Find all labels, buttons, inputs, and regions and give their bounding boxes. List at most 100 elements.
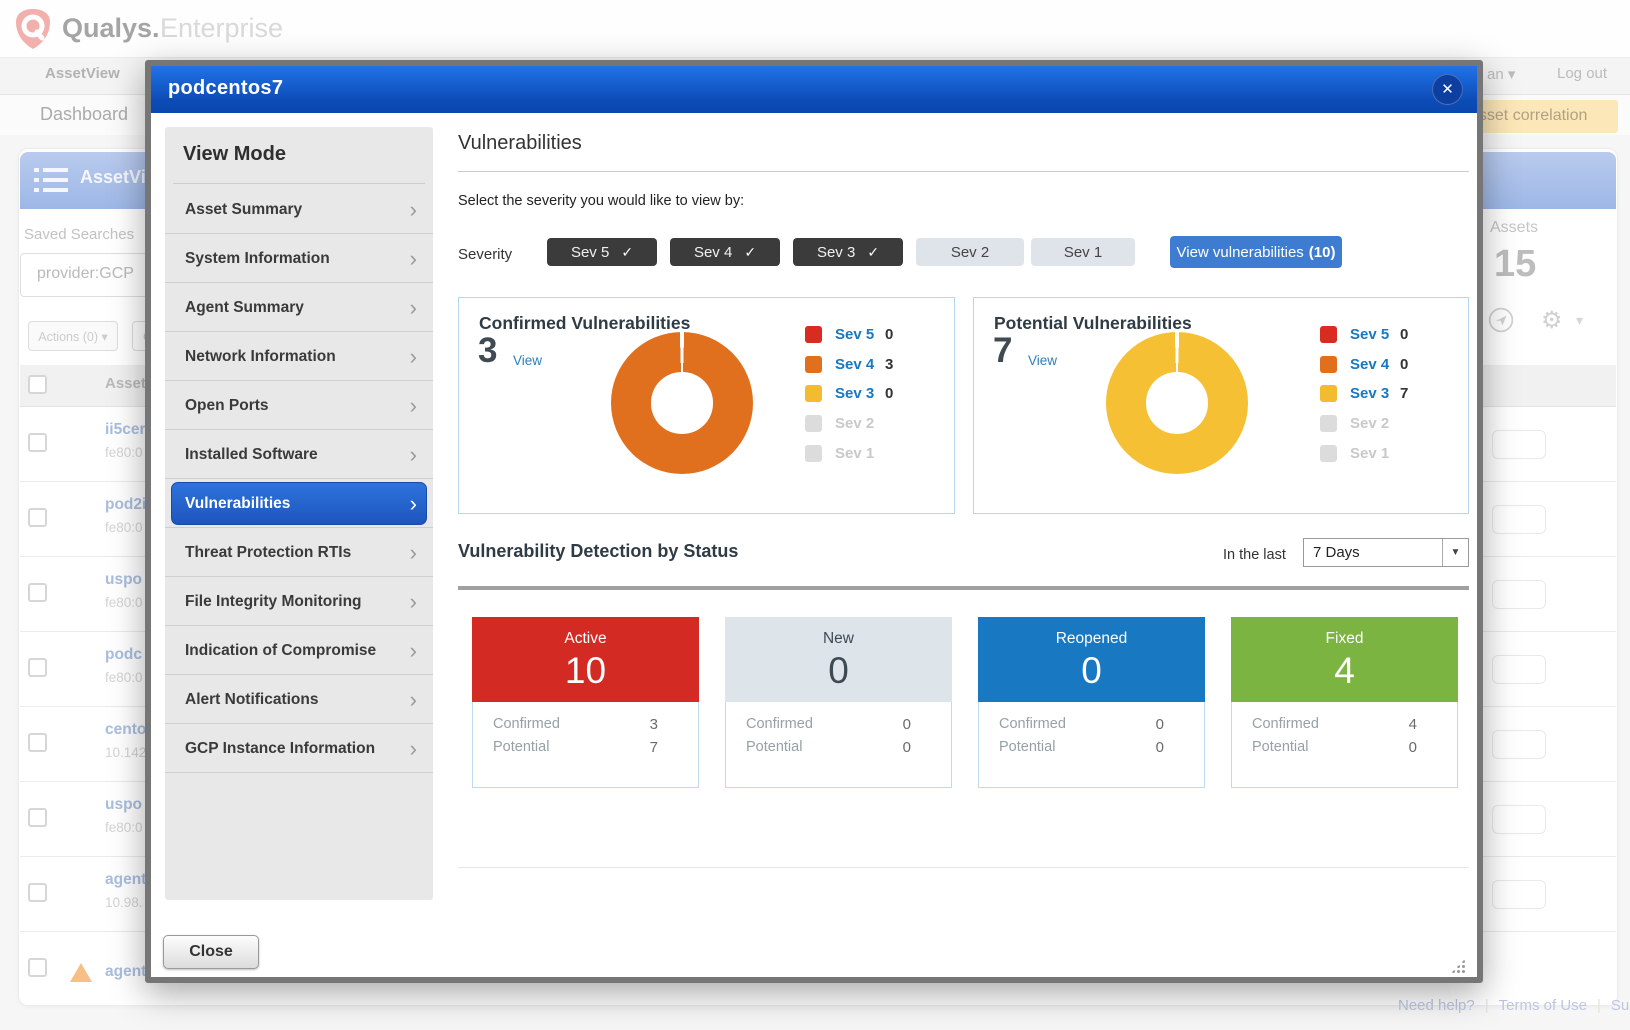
view-link[interactable]: View <box>1028 353 1057 368</box>
chevron-right-icon: › <box>410 528 417 577</box>
navigate-icon[interactable] <box>1488 307 1514 333</box>
legend-row: Sev 5 0 <box>805 320 893 350</box>
sidebar-item-agent-summary[interactable]: Agent Summary › <box>165 283 433 332</box>
select-all-checkbox[interactable] <box>28 375 47 394</box>
legend-row: Sev 1 <box>1320 438 1408 468</box>
legend-row: Sev 3 7 <box>1320 379 1408 409</box>
sidebar-item-alert-notifications[interactable]: Alert Notifications › <box>165 675 433 724</box>
sev5-link[interactable]: Sev 5 <box>835 326 885 343</box>
resize-handle[interactable] <box>1451 959 1465 973</box>
sev1-swatch <box>805 445 822 462</box>
sev4-link[interactable]: Sev 4 <box>835 356 885 373</box>
legend-row: Sev 2 <box>1320 409 1408 439</box>
sidebar-item-vulnerabilities[interactable]: Vulnerabilities › <box>165 479 433 528</box>
sev1-label: Sev 1 <box>835 445 885 462</box>
sev1-label: Sev 1 <box>1350 445 1400 462</box>
chevron-right-icon: › <box>410 430 417 479</box>
check-icon: ✓ <box>744 244 756 261</box>
sev2-label: Sev 2 <box>835 415 885 432</box>
support-link[interactable]: Support <box>1611 997 1630 1014</box>
asset-name-link[interactable]: pod2i <box>105 496 146 514</box>
card-header: Fixed 4 <box>1231 617 1458 702</box>
sidebar-item-file-integrity-monitoring[interactable]: File Integrity Monitoring › <box>165 577 433 626</box>
severity-instruction: Select the severity you would like to vi… <box>458 193 744 209</box>
sev3-link[interactable]: Sev 3 <box>835 385 885 402</box>
sidebar-item-network-information[interactable]: Network Information › <box>165 332 433 381</box>
close-icon[interactable]: ✕ <box>1432 74 1463 105</box>
row-checkbox[interactable] <box>28 733 47 752</box>
row-checkbox[interactable] <box>28 658 47 677</box>
confirmed-vulnerabilities-panel: Confirmed Vulnerabilities 3 View Sev 5 0… <box>458 297 955 514</box>
status-card-reopened: Reopened 0 Confirmed0 Potential0 <box>978 617 1205 788</box>
sidebar-item-indication-of-compromise[interactable]: Indication of Compromise › <box>165 626 433 675</box>
logout-link[interactable]: Log out <box>1557 65 1607 82</box>
help-link[interactable]: Need help? <box>1398 997 1475 1014</box>
sev-4-toggle[interactable]: Sev 4 ✓ <box>670 238 780 266</box>
section-divider <box>458 586 1469 590</box>
period-select[interactable]: 7 Days ▼ <box>1303 538 1469 567</box>
chevron-down-icon[interactable]: ▾ <box>1576 312 1583 329</box>
asset-name-link[interactable]: cento <box>105 721 146 739</box>
row-checkbox[interactable] <box>28 883 47 902</box>
row-badge <box>1492 805 1546 834</box>
close-button[interactable]: Close <box>163 935 259 969</box>
panel-title: Potential Vulnerabilities <box>994 313 1192 334</box>
sev5-swatch <box>1320 326 1337 343</box>
tab-assetview[interactable]: AssetView <box>45 65 120 82</box>
sev4-link[interactable]: Sev 4 <box>1350 356 1400 373</box>
asset-column-header[interactable]: Asset <box>105 375 146 392</box>
card-header: Reopened 0 <box>978 617 1205 702</box>
asset-name-link[interactable]: podc <box>105 646 142 664</box>
sidebar-item-threat-protection-rtis[interactable]: Threat Protection RTIs › <box>165 528 433 577</box>
user-name: an <box>1487 66 1504 83</box>
sev1-swatch <box>1320 445 1337 462</box>
row-checkbox[interactable] <box>28 508 47 527</box>
view-vulnerabilities-button[interactable]: View vulnerabilities (10) <box>1170 236 1342 268</box>
sev-3-toggle[interactable]: Sev 3 ✓ <box>793 238 903 266</box>
user-menu[interactable]: an ▾ <box>1487 65 1515 83</box>
sev-1-toggle[interactable]: Sev 1 <box>1031 238 1135 266</box>
saved-searches-label[interactable]: Saved Searches <box>24 226 134 243</box>
view-link[interactable]: View <box>513 353 542 368</box>
actions-dropdown[interactable]: Actions (0) ▾ <box>28 321 118 351</box>
terms-link[interactable]: Terms of Use <box>1499 997 1587 1014</box>
sidebar-item-system-information[interactable]: System Information › <box>165 234 433 283</box>
sidebar-item-gcp-instance-information[interactable]: GCP Instance Information › <box>165 724 433 773</box>
sev2-swatch <box>1320 415 1337 432</box>
screen: Qualys. Enterprise AssetView an ▾ Log ou… <box>0 0 1630 1030</box>
check-icon: ✓ <box>621 244 633 261</box>
chevron-down-icon: ▾ <box>101 330 107 344</box>
dialog-titlebar[interactable]: podcentos7 ✕ <box>151 66 1477 113</box>
sev-5-toggle[interactable]: Sev 5 ✓ <box>547 238 657 266</box>
row-checkbox[interactable] <box>28 808 47 827</box>
sev4-swatch <box>805 356 822 373</box>
sidebar-heading: View Mode <box>183 143 286 166</box>
row-checkbox[interactable] <box>28 433 47 452</box>
asset-name-link[interactable]: ii5cer <box>105 421 146 439</box>
footer-links: Need help?|Terms of Use|Support <box>1398 997 1630 1014</box>
sev5-link[interactable]: Sev 5 <box>1350 326 1400 343</box>
sev3-swatch <box>805 385 822 402</box>
sidebar-item-open-ports[interactable]: Open Ports › <box>165 381 433 430</box>
status-card-new: New 0 Confirmed0 Potential0 <box>725 617 952 788</box>
qualys-logo-icon <box>12 7 54 51</box>
vulnerability-count: (10) <box>1309 244 1336 261</box>
asset-name-link[interactable]: uspo <box>105 796 142 814</box>
asset-name-link[interactable]: agent <box>105 871 146 889</box>
legend-row: Sev 4 0 <box>1320 350 1408 380</box>
sidebar-item-asset-summary[interactable]: Asset Summary › <box>165 185 433 234</box>
sev-2-toggle[interactable]: Sev 2 <box>916 238 1024 266</box>
chevron-right-icon: › <box>410 332 417 381</box>
divider <box>458 171 1469 172</box>
in-the-last-label: In the last <box>1223 547 1286 563</box>
row-badge <box>1492 655 1546 684</box>
panel-title: Confirmed Vulnerabilities <box>479 313 690 334</box>
row-checkbox[interactable] <box>28 583 47 602</box>
nav-dashboard[interactable]: Dashboard <box>40 104 128 125</box>
asset-name-link[interactable]: uspo <box>105 571 142 589</box>
assets-count-value: 15 <box>1494 243 1536 286</box>
gear-icon[interactable]: ⚙ <box>1541 306 1563 335</box>
sev3-link[interactable]: Sev 3 <box>1350 385 1400 402</box>
row-checkbox[interactable] <box>28 958 47 977</box>
sidebar-item-installed-software[interactable]: Installed Software › <box>165 430 433 479</box>
